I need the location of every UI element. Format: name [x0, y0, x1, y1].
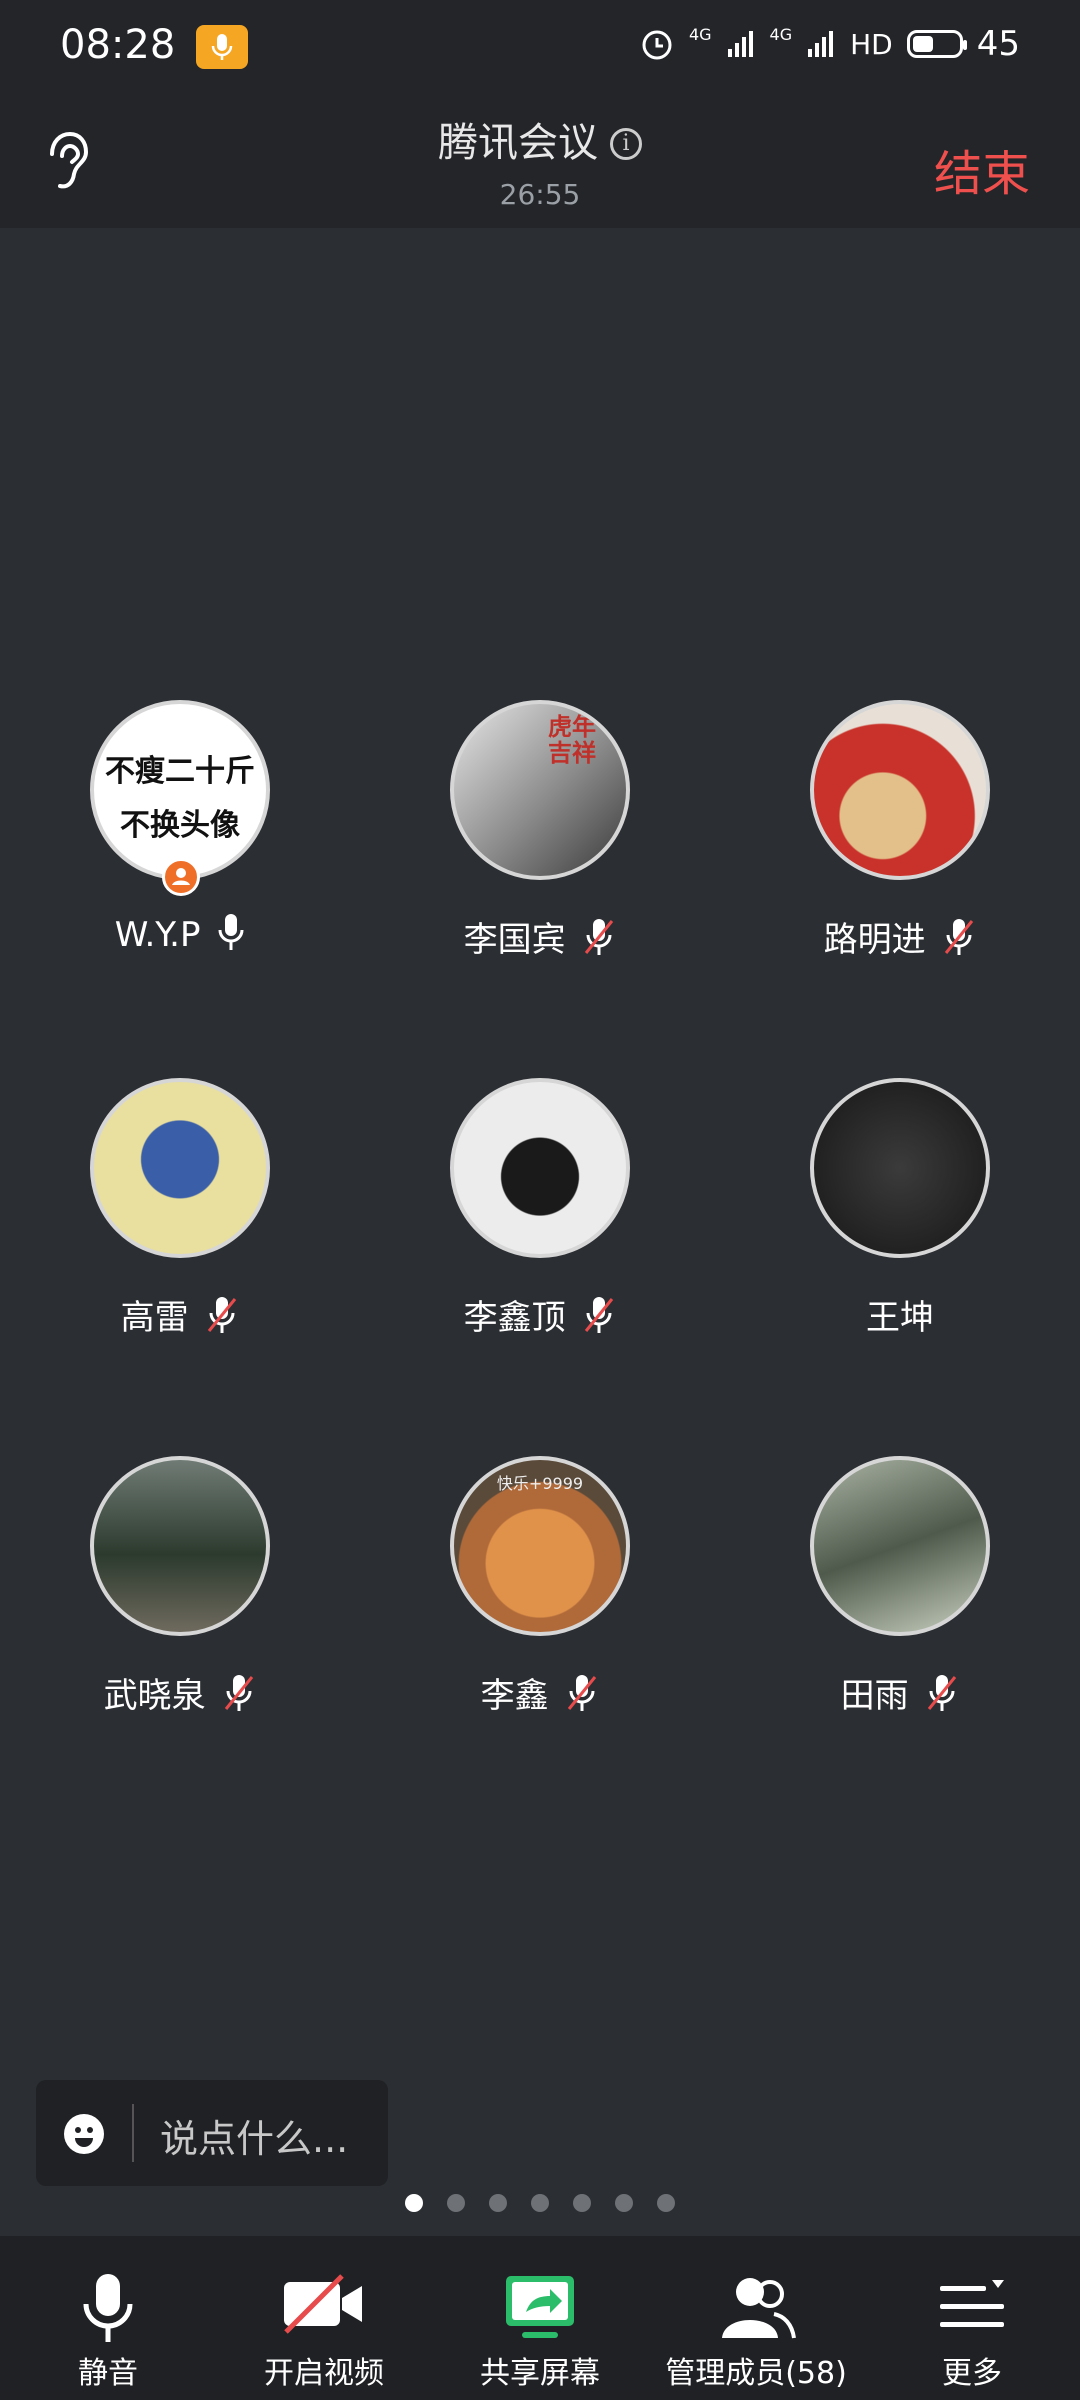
participant-tile[interactable]: 快乐+9999 李鑫	[360, 1456, 720, 1716]
members-label: 管理成员(58)	[665, 2356, 847, 2391]
more-button[interactable]: 更多	[864, 2236, 1080, 2400]
participant-tile[interactable]: 高雷	[0, 1078, 360, 1338]
meeting-duration: 26:55	[499, 178, 581, 211]
share-screen-icon	[432, 2272, 648, 2348]
video-off-icon	[216, 2272, 432, 2340]
page-dot[interactable]	[573, 2194, 591, 2212]
page-dot[interactable]	[405, 2194, 423, 2212]
end-meeting-button[interactable]: 结束	[934, 134, 1030, 204]
info-icon[interactable]: i	[610, 128, 642, 160]
hd-icon: HD	[850, 27, 893, 61]
participant-tile[interactable]: 王坤	[720, 1078, 1080, 1338]
avatar	[810, 1456, 990, 1636]
participant-tile[interactable]: 路明进	[720, 700, 1080, 960]
signal-icon-2: 4G	[769, 24, 793, 44]
members-icon	[648, 2272, 864, 2348]
video-button[interactable]: 开启视频	[216, 2236, 432, 2400]
bottom-toolbar: 静音 开启视频 共享屏幕 管理成员(58) 更多	[0, 2236, 1080, 2400]
mic-muted-icon	[208, 1297, 237, 1333]
page-dot[interactable]	[531, 2194, 549, 2212]
manage-members-button[interactable]: 管理成员(58)	[648, 2236, 864, 2400]
alarm-icon	[642, 30, 672, 60]
battery-level: 45	[976, 24, 1020, 64]
participant-name: 李国宾	[463, 920, 566, 960]
participant-tile[interactable]: 田雨	[720, 1456, 1080, 1716]
emoji-icon[interactable]	[64, 2114, 104, 2154]
mic-muted-icon	[928, 1675, 957, 1711]
video-label: 开启视频	[264, 2356, 384, 2391]
participant-name: 田雨	[840, 1676, 909, 1716]
mute-label: 静音	[78, 2356, 138, 2391]
meeting-header: 腾讯会议 i 26:55 结束	[0, 96, 1080, 228]
participant-name: 武晓泉	[103, 1676, 206, 1716]
mic-muted-icon	[585, 1297, 614, 1333]
mic-muted-icon	[585, 919, 614, 955]
participant-tile[interactable]: 虎年吉祥 李国宾	[360, 700, 720, 960]
recording-mic-indicator	[196, 25, 248, 69]
share-label: 共享屏幕	[480, 2356, 600, 2391]
page-dot[interactable]	[615, 2194, 633, 2212]
mute-button[interactable]: 静音	[0, 2236, 216, 2400]
mic-muted-icon	[225, 1675, 254, 1711]
battery-icon	[906, 30, 967, 58]
host-badge-icon	[162, 858, 200, 896]
chat-input[interactable]: 说点什么...	[36, 2080, 388, 2186]
participant-name: W.Y.P	[114, 915, 201, 955]
page-dot[interactable]	[657, 2194, 675, 2212]
more-label: 更多	[942, 2356, 1002, 2391]
participant-name: 李鑫顶	[463, 1298, 566, 1338]
status-bar: 08:28 4G 4G HD 45	[0, 0, 1080, 96]
page-indicator	[0, 2194, 1080, 2212]
avatar: 虎年吉祥	[450, 700, 630, 880]
page-dot[interactable]	[489, 2194, 507, 2212]
avatar	[90, 1078, 270, 1258]
share-screen-button[interactable]: 共享屏幕	[432, 2236, 648, 2400]
mic-muted-icon	[945, 919, 974, 955]
participant-tile[interactable]: 李鑫顶	[360, 1078, 720, 1338]
participant-name: 路明进	[823, 920, 926, 960]
status-time: 08:28	[60, 22, 176, 68]
mic-on-icon	[218, 914, 244, 950]
avatar	[450, 1078, 630, 1258]
participant-name: 王坤	[866, 1298, 934, 1338]
participant-name: 高雷	[120, 1298, 189, 1338]
avatar: 不瘦二十斤 不换头像	[90, 700, 270, 880]
avatar	[90, 1456, 270, 1636]
more-menu-icon	[864, 2272, 1080, 2344]
mic-icon	[0, 2272, 216, 2348]
chat-placeholder: 说点什么...	[160, 2117, 349, 2161]
page-dot[interactable]	[447, 2194, 465, 2212]
divider	[132, 2104, 134, 2162]
participant-name: 李鑫	[480, 1676, 549, 1716]
avatar	[810, 700, 990, 880]
meeting-title: 腾讯会议	[438, 120, 598, 166]
participant-tile[interactable]: 不瘦二十斤 不换头像 W.Y.P	[0, 700, 360, 960]
avatar: 快乐+9999	[450, 1456, 630, 1636]
signal-icon: 4G	[688, 24, 712, 44]
participant-tile[interactable]: 武晓泉	[0, 1456, 360, 1716]
avatar	[810, 1078, 990, 1258]
mic-muted-icon	[568, 1675, 597, 1711]
